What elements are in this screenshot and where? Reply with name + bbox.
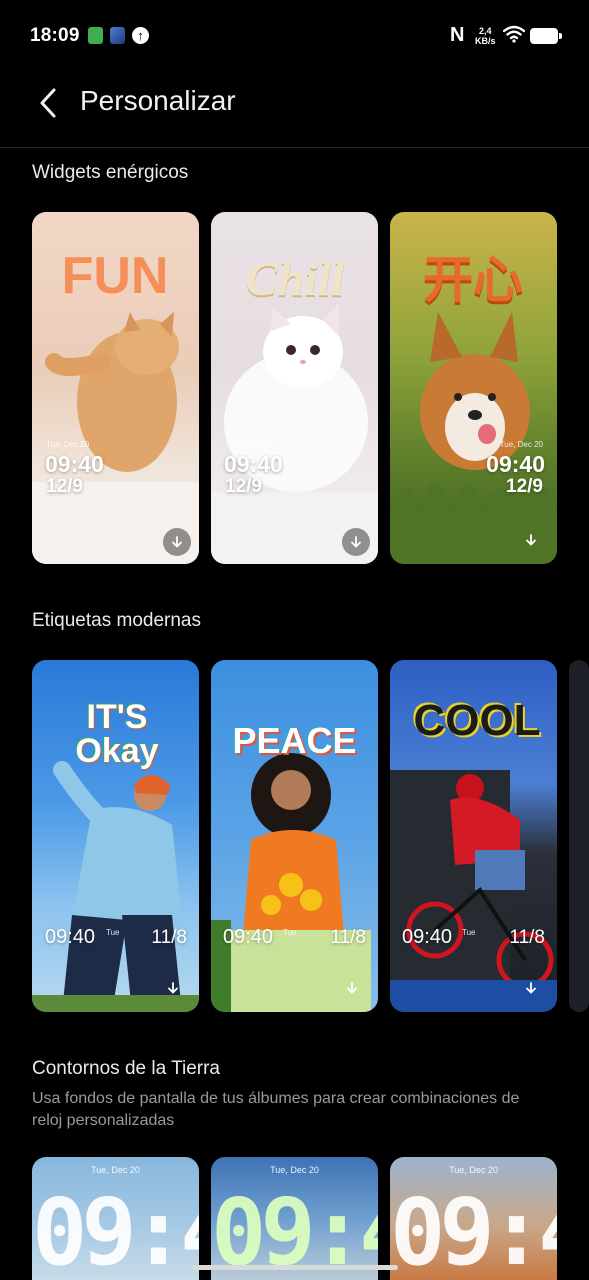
home-indicator[interactable] xyxy=(192,1265,398,1270)
card-clock: 09:40 xyxy=(224,451,283,477)
card-day: 12/9 xyxy=(225,476,262,497)
section-title-widgets: Widgets enérgicos xyxy=(32,162,189,183)
net-speed: 2,4 KB/s xyxy=(475,26,496,46)
wallpaper-card-its-okay[interactable]: IT'S Okay 09:40 Tue 11/8 xyxy=(32,660,199,1012)
wifi-icon xyxy=(503,25,525,43)
app-notification-icon xyxy=(110,27,125,44)
download-icon[interactable] xyxy=(338,974,366,1002)
card-day: 12/9 xyxy=(46,476,83,497)
card-clock: 09:40 xyxy=(45,926,96,948)
woman-sunflowers-illustration xyxy=(211,753,371,1012)
battery-icon xyxy=(530,28,562,44)
wordmark: FUN xyxy=(61,247,169,305)
card-clock: 09:40 xyxy=(390,1179,557,1280)
chevron-left-icon[interactable] xyxy=(34,86,64,120)
card-day: 12/9 xyxy=(506,476,543,497)
section-title-tags: Etiquetas modernas xyxy=(32,610,201,631)
section-description: Usa fondos de pantalla de tus álbumes pa… xyxy=(32,1090,520,1129)
download-icon[interactable] xyxy=(159,974,187,1002)
upload-icon: ↑ xyxy=(132,27,149,44)
card-weekday: Tue xyxy=(283,928,297,937)
card-clock: 09:40 xyxy=(486,451,545,477)
wallpaper-card-cat-chill[interactable]: Chill Tue, Dec 20 09:40 12/9 xyxy=(211,212,378,564)
wordmark: 开心 xyxy=(423,252,523,308)
card-date: Tue, Dec 20 xyxy=(270,1165,319,1175)
wallpaper-card-earth-3[interactable]: Tue, Dec 20 09:40 xyxy=(390,1157,557,1280)
card-date: Tue, Dec 20 xyxy=(225,440,269,449)
download-icon[interactable] xyxy=(163,528,191,556)
wallpaper-card-corgi[interactable]: 开心 Tue, Dec 20 09:40 12/9 xyxy=(390,212,557,564)
card-clock: 09:40 xyxy=(223,926,274,948)
net-speed-value: 2,4 xyxy=(479,26,492,36)
download-icon[interactable] xyxy=(342,528,370,556)
status-bar: 18:09 ↑ N 2,4 KB/s xyxy=(0,0,589,72)
wallpaper-card-peace[interactable]: PEACE 09:40 Tue 11/8 xyxy=(211,660,378,1012)
wordmark: IT'S Okay xyxy=(75,698,159,770)
card-clock: 09:40 xyxy=(32,1179,199,1280)
card-date: Tue, Dec 20 xyxy=(499,440,543,449)
net-speed-unit: KB/s xyxy=(475,36,496,46)
wallpaper-card-earth-1[interactable]: Tue, Dec 20 09:40 xyxy=(32,1157,199,1280)
wallpaper-card-cool[interactable]: COOL 09:40 Tue 11/8 xyxy=(390,660,557,1012)
wordmark: PEACE xyxy=(232,720,357,761)
card-day: 11/8 xyxy=(151,927,187,948)
wallpaper-card-earth-2[interactable]: Tue, Dec 20 09:40 xyxy=(211,1157,378,1280)
card-day: 11/8 xyxy=(330,927,366,948)
page-title: Personalizar xyxy=(80,85,236,116)
download-icon[interactable] xyxy=(517,526,545,554)
wordmark: COOL xyxy=(413,696,541,745)
card-day: 11/8 xyxy=(509,927,545,948)
card-clock: 09:40 xyxy=(402,926,453,948)
card-weekday: Tue xyxy=(106,928,120,937)
wallpaper-card-peek[interactable] xyxy=(569,660,589,1012)
nfc-icon: N xyxy=(450,24,465,46)
card-date: Tue, Dec 20 xyxy=(46,440,90,449)
card-date: Tue, Dec 20 xyxy=(91,1165,140,1175)
app-header: Personalizar xyxy=(0,72,589,148)
notification-sheet-icon xyxy=(88,27,103,44)
wallpaper-card-cat-fun[interactable]: FUN Tue, Dec 20 09:40 12/9 xyxy=(32,212,199,564)
status-time: 18:09 xyxy=(30,25,80,46)
section-title-earth: Contornos de la Tierra xyxy=(32,1058,220,1079)
card-clock: 09:40 xyxy=(45,451,104,477)
wordmark: Chill xyxy=(245,253,345,306)
card-weekday: Tue xyxy=(462,928,476,937)
download-icon[interactable] xyxy=(517,974,545,1002)
card-date: Tue, Dec 20 xyxy=(449,1165,498,1175)
